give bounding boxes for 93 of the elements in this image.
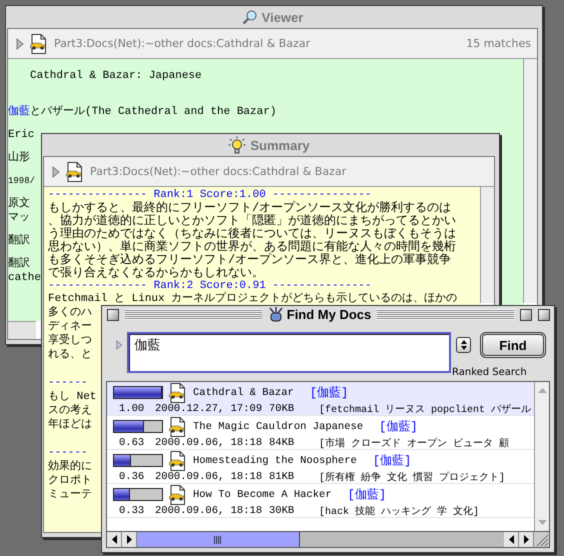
keywords-text: [所有権 紛争 文化 慣習 プロジェクト] [319,470,506,484]
scrollbar[interactable] [480,187,494,303]
close-box[interactable] [107,308,119,320]
document-icon [169,484,187,504]
disclosure-triangle-icon[interactable] [116,339,122,351]
rank-header: --------------- Rank:2 Score:0.91 --------------- [48,280,372,292]
zoom-box[interactable] [520,308,532,320]
summary-text: もし Net [48,390,96,404]
title-bar-stripes[interactable] [125,309,262,320]
size-text: 70KB [269,402,296,414]
rank-header: ------ [48,446,88,460]
right-arrow-icon[interactable] [524,535,528,544]
size-text: 81KB [269,470,296,482]
keywords-text: [hack 技能 ハッキング 学 文化] [319,504,480,518]
window-title: Viewer [262,10,304,24]
match-tag: [伽藍] [310,384,348,401]
search-icon [242,9,258,25]
text-line: 山形 [8,151,30,165]
document-icon [66,162,84,182]
text-line: 翻訳 [8,234,30,248]
date-text: 2000.09.06, 18:18 [155,436,264,448]
summary-text: れる、と [48,348,92,362]
result-row[interactable]: Homesteading the Noosphere [伽藍] 0.36 2000.09.06, 18:18 81KB [所有権 紛争 文化 慣習 プロジェクト] [107,450,534,484]
highlighted-word: 伽藍 [8,106,30,118]
document-icon [30,34,48,54]
disclosure-triangle-icon[interactable] [16,38,24,50]
score-text: 0.33 [119,504,146,516]
scrollbar[interactable] [523,59,537,303]
document-title: Cathdral & Bazar [193,386,294,398]
score-text: 0.63 [119,436,146,448]
match-tag: [伽藍] [348,486,386,503]
date-text: 2000.12.27, 17:09 [155,402,264,414]
lightbulb-icon [228,136,246,154]
title-bar-stripes[interactable] [377,309,514,320]
window-title: Find My Docs [286,307,372,322]
text-line: 翻訳 [8,257,30,271]
text-line: 1998/ [8,175,36,188]
text-line: とバザール(The Cathedral and the Bazar) [30,106,276,118]
disclosure-triangle-icon[interactable] [52,166,60,178]
file-path: Part3:Docs(Net):~other docs:Cathdral & Bazar [90,165,348,178]
horizontal-scrollbar[interactable] [8,321,36,339]
find-button[interactable]: Find [480,332,546,358]
summary-text: ミューテ [48,488,92,502]
right-arrow-icon[interactable] [126,535,132,544]
up-down-arrows-icon [460,340,467,350]
summary-text: 享受しつ [48,334,92,348]
result-row[interactable]: Cathdral & Bazar [伽藍] 1.00 2000.12.27, 17:09 70KB [fetchmail リーヌス popclient バザール [107,382,534,416]
summary-text: もしかすると、最終的にフリーソフト/オープンソース文化が勝利するのは、協力が道徳的に正しいとかソフト「隠匿」が道徳的にまちがってるとかいう理由のためではなく（ちなみに後者については、リーヌスもぼくもそうは思わない）、単に商業ソフトの世界が、ある問題に有能な人々の時間を幾桁も多くそそぎ込めるフリーソフト/オープンソース界と、進化上の軍事競争で張り合えなくなるからかもしれない。 [48,202,457,280]
grip-icon [214,536,222,544]
summary-text: クロポト [48,474,92,488]
size-text: 84KB [269,436,296,448]
collapse-box[interactable] [538,308,550,320]
text-line: マッ [8,211,30,225]
date-text: 2000.09.06, 18:18 [155,470,264,482]
document-title: How To Become A Hacker [193,488,332,500]
document-title: Homesteading the Noosphere [193,454,357,466]
document-heading: Cathdral & Bazar: Japanese [29,69,203,83]
file-path: Part3:Docs(Net):~other docs:Cathdral & Bazar [54,37,312,50]
summary-text: 年ほどは [48,418,92,432]
app-icon [268,307,284,322]
text-line: 原文 [8,197,30,211]
left-arrow-icon[interactable] [508,535,514,544]
text-line: cathe [8,271,42,285]
summary-text: 多くのハ [48,306,92,320]
match-count: 15 matches [466,37,531,50]
horizontal-scrollbar[interactable] [107,531,549,547]
result-row[interactable]: How To Become A Hacker [伽藍] 0.33 2000.09.06, 18:18 30KB [hack 技能 ハッキング 学 文化] [107,484,534,518]
score-text: 0.36 [119,470,146,482]
scroll-thumb[interactable] [137,532,300,547]
resize-grip-icon[interactable] [534,532,549,547]
date-text: 2000.09.06, 18:18 [155,504,264,516]
rank-header: ------ [48,376,88,390]
search-field[interactable]: 伽藍 [127,332,452,373]
match-tag: [伽藍] [372,452,412,469]
summary-text: Fetchmail と Linux カーネルプロジェクトがどちらも示しているのは、ほかの [48,293,458,306]
document-title: The Magic Cauldron Japanese [193,420,364,432]
left-arrow-icon[interactable] [112,535,116,544]
match-tag: [伽藍] [379,418,418,435]
result-row[interactable]: The Magic Cauldron Japanese [伽藍] 0.63 2000.09.06, 18:18 84KB [市場 クローズド オープン ビュータ 顧 [107,416,534,450]
window-title: Summary [250,138,310,152]
stepper-button[interactable] [456,337,471,353]
summary-text: 効果的に [48,460,92,474]
search-mode-label: Ranked Search [452,367,527,378]
summary-text: ディネー [48,320,92,334]
summary-text: スの考え [48,404,92,418]
text-line: Eric [8,128,34,142]
document-icon [169,416,187,436]
rank-header: --------------- Rank:1 Score:1.00 --------------- [48,189,372,201]
keywords-text: [fetchmail リーヌス popclient バザール [319,403,532,416]
document-icon [169,450,187,470]
size-text: 30KB [269,504,296,516]
score-text: 1.00 [119,402,146,414]
keywords-text: [市場 クローズド オープン ビュータ 顧 [319,436,510,450]
